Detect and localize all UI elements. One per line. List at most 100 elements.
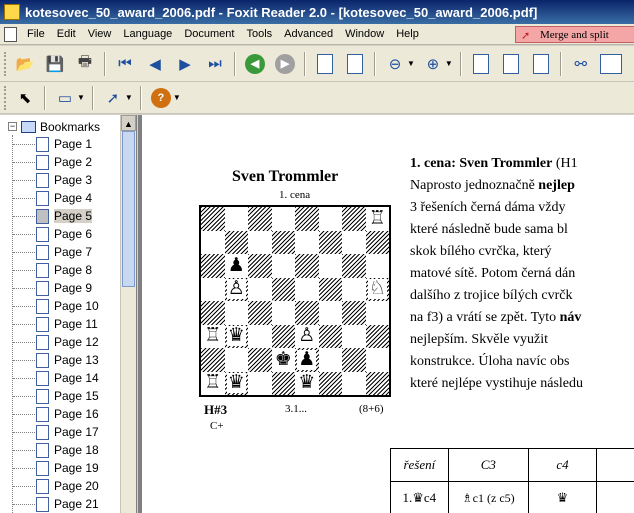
board-square <box>318 277 342 301</box>
article-text: 1. cena: Sven Trommler (H1 Naprosto jedn… <box>410 153 634 395</box>
page-bookmark-icon <box>36 136 49 152</box>
bookmarks-root[interactable]: − Bookmarks <box>8 118 100 135</box>
first-page-icon[interactable]: ⏮ <box>113 52 137 76</box>
bookmark-item[interactable]: Page 18 <box>0 441 120 459</box>
menu-help[interactable]: Help <box>390 28 425 40</box>
toolbar-grip[interactable] <box>4 85 7 110</box>
insert-pages-icon[interactable] <box>343 52 367 76</box>
bookmark-item[interactable]: Page 12 <box>0 333 120 351</box>
bookmark-item[interactable]: Page 4 <box>0 189 120 207</box>
board-square <box>271 371 295 395</box>
bookmark-item[interactable]: Page 6 <box>0 225 120 243</box>
scrollbar-thumb[interactable] <box>122 131 135 287</box>
article-line: na f3) a vrátí se zpět. Tyto náv <box>410 307 634 329</box>
menu-file[interactable]: File <box>21 28 51 40</box>
next-page-icon[interactable]: ▶ <box>173 52 197 76</box>
bookmark-item[interactable]: Page 15 <box>0 387 120 405</box>
menu-language[interactable]: Language <box>117 28 178 40</box>
open-folder-icon[interactable]: 📂 <box>13 52 37 76</box>
document-menu-icon[interactable] <box>4 26 17 42</box>
chess-piece: ♙ <box>226 278 246 300</box>
bookmark-item[interactable]: Page 5 <box>0 207 120 225</box>
menu-tools[interactable]: Tools <box>240 28 278 40</box>
previous-page-icon[interactable]: ◀ <box>143 52 167 76</box>
bookmark-item[interactable]: Page 20 <box>0 477 120 495</box>
forward-icon[interactable]: ▶ <box>273 52 297 76</box>
chess-piece: ♛ <box>297 372 317 394</box>
last-page-icon[interactable]: ⏭ <box>203 52 227 76</box>
menu-advanced[interactable]: Advanced <box>278 28 339 40</box>
bookmark-label: Page 9 <box>54 281 93 295</box>
menu-document[interactable]: Document <box>178 28 240 40</box>
select-tool-icon[interactable]: ⬉ <box>13 86 37 110</box>
bookmark-item[interactable]: Page 19 <box>0 459 120 477</box>
zoom-in-icon[interactable]: ⊕ <box>421 52 445 76</box>
bookmark-item[interactable]: Page 2 <box>0 153 120 171</box>
bookmark-item[interactable]: Page 3 <box>0 171 120 189</box>
chess-piece: ♘ <box>367 278 387 300</box>
fit-width-icon[interactable] <box>529 52 553 76</box>
help-icon[interactable]: ? <box>149 86 173 110</box>
page-bookmark-icon <box>36 298 49 314</box>
bookmark-item[interactable]: Page 8 <box>0 261 120 279</box>
bookmark-label: Page 6 <box>54 227 93 241</box>
bookmark-item[interactable]: Page 13 <box>0 351 120 369</box>
merge-and-split-button[interactable]: ➚ Merge and split <box>515 26 634 43</box>
text-select-dropdown-icon[interactable]: ▼ <box>77 93 85 102</box>
menu-view[interactable]: View <box>82 28 118 40</box>
fit-page-icon[interactable] <box>499 52 523 76</box>
bookmark-label: Page 11 <box>54 317 98 331</box>
board-square <box>225 301 249 325</box>
solution-count: 3.1... <box>285 403 307 415</box>
table-cell: ♗c1 (z c5) <box>447 481 529 513</box>
article-line-text: matové sítě. Potom černá dán <box>410 266 576 281</box>
zoom-out-icon[interactable]: ⊖ <box>383 52 407 76</box>
bookmark-item[interactable]: Page 14 <box>0 369 120 387</box>
collapse-icon[interactable]: − <box>8 122 17 131</box>
board-square <box>319 348 343 372</box>
board-square <box>319 254 343 278</box>
bookmarks-scrollbar[interactable]: ▲ <box>120 115 136 513</box>
extract-pages-icon[interactable] <box>313 52 337 76</box>
document-view[interactable]: Sven Trommler 1. cena ♖ ♟ ♙ ♘ ♖ ♛ ♙ ♚ ♟ ♖ ♛ ♛ H#3 3… <box>138 115 634 513</box>
menu-window[interactable]: Window <box>339 28 390 40</box>
save-icon[interactable]: 💾 <box>43 52 67 76</box>
menu-edit[interactable]: Edit <box>51 28 82 40</box>
actual-size-icon[interactable] <box>469 52 493 76</box>
bookmark-label: Page 4 <box>54 191 93 205</box>
back-icon[interactable]: ◀ <box>243 52 267 76</box>
article-line: Naprosto jednoznačně nejlep <box>410 175 634 197</box>
table-header: C3 <box>447 448 529 482</box>
board-square <box>248 254 272 278</box>
bookmark-item[interactable]: Page 17 <box>0 423 120 441</box>
bookmark-item[interactable]: Page 10 <box>0 297 120 315</box>
bookmark-item[interactable]: Page 9 <box>0 279 120 297</box>
board-square <box>224 230 248 254</box>
toolbar-grip[interactable] <box>4 51 7 76</box>
help-dropdown-icon[interactable]: ▼ <box>173 93 181 102</box>
merge-and-split-label: Merge and split <box>540 28 609 41</box>
board-square <box>295 207 319 231</box>
bookmark-list: Page 1 Page 2 Page 3 Page 4 Page 5 Page 6 Page… <box>0 135 120 513</box>
bookmark-item[interactable]: Page 11 <box>0 315 120 333</box>
bookmark-item[interactable]: Page 1 <box>0 135 120 153</box>
page-bookmark-icon <box>36 244 49 260</box>
bookmark-item[interactable]: Page 7 <box>0 243 120 261</box>
print-icon[interactable]: 🖶 <box>73 52 97 76</box>
hand-arrow-icon[interactable]: ➚ <box>101 86 125 110</box>
board-square: ♟ <box>295 348 319 372</box>
zoom-in-dropdown-icon[interactable]: ▼ <box>445 59 453 68</box>
bookmark-item[interactable]: Page 16 <box>0 405 120 423</box>
board-square <box>365 230 389 254</box>
board-square <box>248 207 272 231</box>
hand-arrow-dropdown-icon[interactable]: ▼ <box>125 93 133 102</box>
text-select-icon[interactable]: ▭ <box>53 86 77 110</box>
binoculars-icon[interactable]: ⚯ <box>569 52 593 76</box>
zoom-out-dropdown-icon[interactable]: ▼ <box>407 59 415 68</box>
scroll-up-icon[interactable]: ▲ <box>121 115 136 131</box>
board-square <box>295 301 319 325</box>
facing-pages-icon[interactable] <box>599 52 623 76</box>
article-line: skok bílého cvrčka, který <box>410 241 634 263</box>
page-bookmark-icon <box>36 406 49 422</box>
bookmark-item[interactable]: Page 21 <box>0 495 120 513</box>
